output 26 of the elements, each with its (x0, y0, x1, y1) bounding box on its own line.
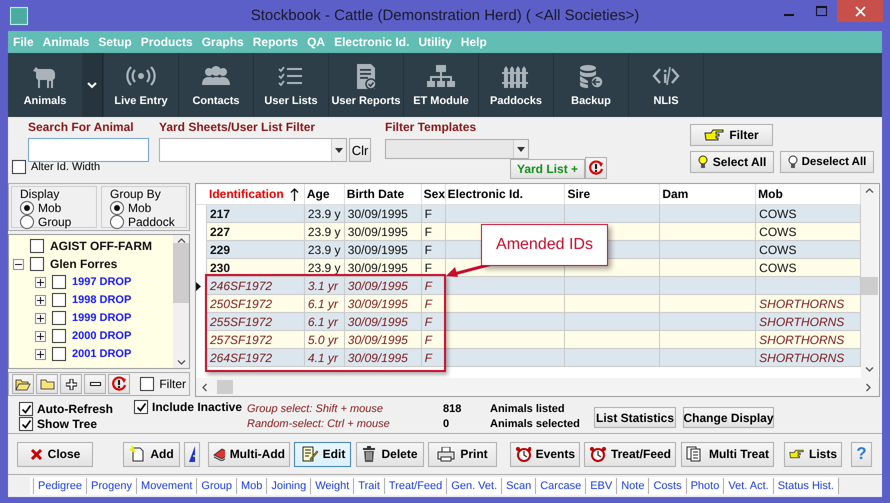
radio-label: Paddock (128, 215, 175, 229)
hint-text: Random-select: Ctrl + mouse (247, 418, 390, 430)
table-cell: F (422, 349, 446, 367)
checkbox-label: Filter (159, 377, 186, 391)
count-value: 0 (443, 418, 450, 430)
field-label: Yard Sheets/User List Filter (159, 120, 316, 134)
table-cell: 30/09/1995 (344, 349, 422, 367)
count-label: Animals selected (490, 418, 580, 430)
radio-label: Mob (128, 201, 152, 215)
radio-label: Mob (38, 201, 62, 215)
count-label: Animals listed (490, 403, 565, 415)
table-cell: 264SF1972 (207, 349, 305, 367)
group-title: Group By (110, 187, 162, 201)
checkbox-label: Alter Id. Width (31, 161, 100, 173)
checkbox-label: Include Inactive (152, 400, 242, 414)
callout-tooltip: Amended IDs (481, 224, 608, 266)
window-title: Stockbook - Cattle (Demonstration Herd) ( <All Societies>) (250, 7, 640, 24)
checkbox-label: Auto-Refresh (37, 402, 114, 416)
field-label: Search For Animal (28, 120, 135, 134)
table-cell: 4.1 yr (304, 349, 345, 367)
group-title: Display (20, 187, 60, 201)
count-value: 818 (443, 403, 462, 415)
checkbox-label: Show Tree (37, 417, 98, 431)
radio-label: Group (38, 215, 72, 229)
hint-text: Group select: Shift + mouse (247, 403, 384, 415)
field-label: Filter Templates (385, 120, 476, 134)
